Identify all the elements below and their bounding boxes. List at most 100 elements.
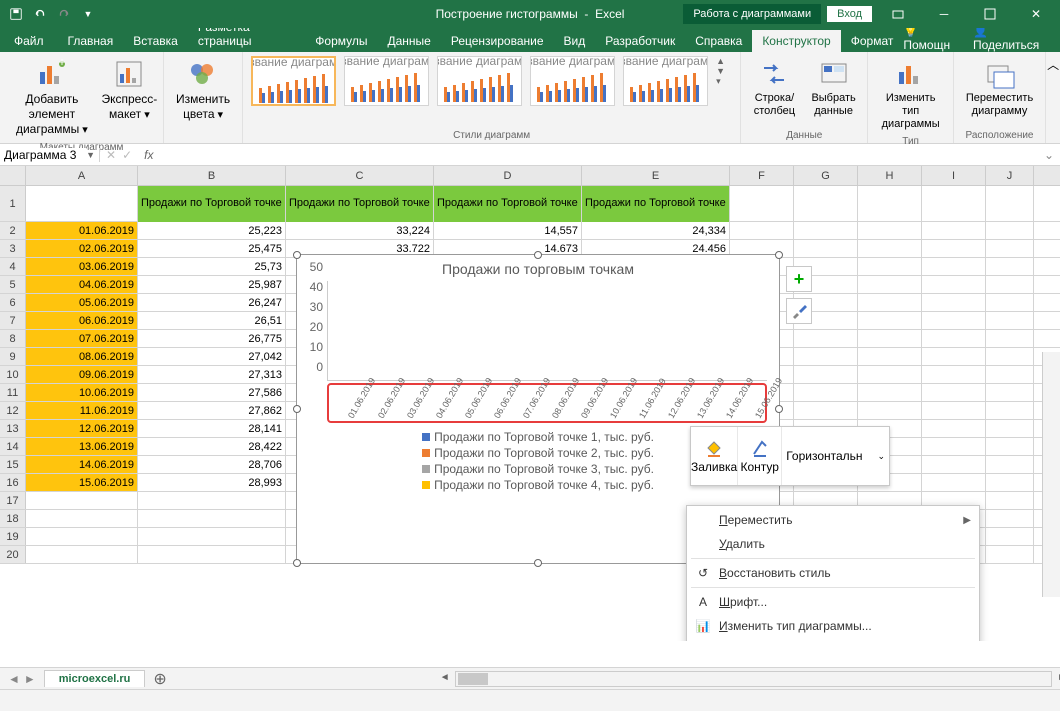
tab-формат[interactable]: Формат (841, 30, 904, 52)
header-cell[interactable]: Продажи по Торговой точке 4, тыс. руб. (582, 186, 730, 222)
data-cell[interactable]: 26,775 (138, 330, 286, 347)
minimize-button[interactable]: ─ (924, 0, 964, 28)
tab-prev-icon[interactable]: ◄ (8, 672, 20, 686)
row-header[interactable]: 13 (0, 420, 26, 437)
row-header[interactable]: 9 (0, 348, 26, 365)
sheet-tab-active[interactable]: microexcel.ru (44, 670, 146, 687)
context-menu-item[interactable]: 📊Изменить тип диаграммы... (687, 614, 979, 638)
name-box[interactable]: ▼ (0, 148, 100, 162)
row-header[interactable]: 17 (0, 492, 26, 509)
collapse-ribbon-icon[interactable]: ︿ (1046, 52, 1060, 143)
date-cell[interactable]: 01.06.2019 (26, 222, 138, 239)
tab-данные[interactable]: Данные (378, 30, 441, 52)
date-cell[interactable]: 09.06.2019 (26, 366, 138, 383)
column-header[interactable]: J (986, 166, 1034, 185)
tab-справка[interactable]: Справка (685, 30, 752, 52)
data-cell[interactable]: 26,51 (138, 312, 286, 329)
date-cell[interactable]: 04.06.2019 (26, 276, 138, 293)
row-header[interactable]: 19 (0, 528, 26, 545)
chart-y-axis[interactable]: 01020304050 (303, 281, 323, 381)
date-cell[interactable]: 11.06.2019 (26, 402, 138, 419)
style-gallery-more[interactable]: ▲▼▾ (716, 56, 732, 87)
data-cell[interactable]: 25,223 (138, 222, 286, 239)
login-button[interactable]: Вход (827, 6, 872, 22)
tab-главная[interactable]: Главная (58, 30, 124, 52)
row-header[interactable]: 14 (0, 438, 26, 455)
header-cell[interactable] (26, 186, 138, 222)
column-header[interactable]: F (730, 166, 794, 185)
tab-вставка[interactable]: Вставка (123, 30, 188, 52)
date-cell[interactable]: 05.06.2019 (26, 294, 138, 311)
chart-handle[interactable] (534, 559, 542, 567)
save-icon[interactable] (6, 4, 26, 24)
row-header[interactable]: 2 (0, 222, 26, 239)
date-cell[interactable]: 15.06.2019 (26, 474, 138, 491)
change-colors-button[interactable]: Изменить цвета ▾ (172, 56, 234, 124)
ribbon-options-icon[interactable] (878, 0, 918, 28)
outline-button[interactable]: Контур (738, 427, 782, 485)
data-cell[interactable]: 25,987 (138, 276, 286, 293)
data-cell[interactable]: 27,042 (138, 348, 286, 365)
data-cell[interactable]: 28,141 (138, 420, 286, 437)
data-cell[interactable]: 28,993 (138, 474, 286, 491)
redo-icon[interactable] (54, 4, 74, 24)
chart-handle[interactable] (534, 251, 542, 259)
row-header[interactable]: 12 (0, 402, 26, 419)
context-menu-item[interactable]: Переместить▶ (687, 508, 979, 532)
expand-formula-icon[interactable]: ⌄ (1038, 148, 1060, 162)
quick-layout-button[interactable]: Экспресс-макет ▾ (104, 56, 155, 124)
chart-plus-button[interactable]: + (786, 266, 812, 292)
row-header[interactable]: 20 (0, 546, 26, 563)
column-header[interactable]: B (138, 166, 286, 185)
data-cell[interactable]: 27,586 (138, 384, 286, 401)
row-header[interactable]: 4 (0, 258, 26, 275)
axis-type-combo[interactable]: Горизонтальн⌄ (782, 427, 889, 485)
chart-handle[interactable] (293, 559, 301, 567)
row-header[interactable]: 3 (0, 240, 26, 257)
chart-handle[interactable] (293, 405, 301, 413)
tab-вид[interactable]: Вид (554, 30, 596, 52)
vertical-scrollbar[interactable] (1042, 352, 1060, 597)
enter-formula-icon[interactable]: ✓ (122, 148, 132, 162)
tab-рецензирование[interactable]: Рецензирование (441, 30, 554, 52)
chart-style-thumb[interactable]: название диаграммы (530, 56, 615, 106)
row-header[interactable]: 11 (0, 384, 26, 401)
chart-style-thumb[interactable]: название диаграммы (344, 56, 429, 106)
column-header[interactable]: D (434, 166, 582, 185)
date-cell[interactable]: 14.06.2019 (26, 456, 138, 473)
chart-brush-button[interactable] (786, 298, 812, 324)
column-header[interactable]: G (794, 166, 858, 185)
undo-icon[interactable] (30, 4, 50, 24)
date-cell[interactable]: 03.06.2019 (26, 258, 138, 275)
row-header[interactable]: 15 (0, 456, 26, 473)
close-button[interactable]: ✕ (1016, 0, 1056, 28)
tab-конструктор[interactable]: Конструктор (752, 30, 840, 52)
data-cell[interactable]: 24,334 (582, 222, 730, 239)
tab-next-icon[interactable]: ► (24, 672, 36, 686)
chart-x-axis-highlighted[interactable]: 01.06.201902.06.201903.06.201904.06.2019… (327, 383, 767, 423)
qat-dropdown-icon[interactable]: ▼ (78, 4, 98, 24)
tab-разработчик[interactable]: Разработчик (595, 30, 685, 52)
cancel-formula-icon[interactable]: ✕ (106, 148, 116, 162)
maximize-button[interactable] (970, 0, 1010, 28)
tab-файл[interactable]: Файл (0, 30, 58, 52)
header-cell[interactable]: Продажи по Торговой точке 1, тыс. руб. (138, 186, 286, 222)
column-header[interactable]: C (286, 166, 434, 185)
column-header[interactable]: I (922, 166, 986, 185)
tab-формулы[interactable]: Формулы (305, 30, 377, 52)
data-cell[interactable]: 27,862 (138, 402, 286, 419)
share-button[interactable]: 👤 Поделиться (973, 24, 1048, 52)
data-cell[interactable]: 28,422 (138, 438, 286, 455)
chart-handle[interactable] (775, 251, 783, 259)
move-chart-button[interactable]: Переместить диаграмму (962, 56, 1037, 120)
context-menu-item[interactable]: ↺Восстановить стиль (687, 561, 979, 585)
fx-icon[interactable]: fx (138, 148, 159, 162)
date-cell[interactable]: 12.06.2019 (26, 420, 138, 437)
chart-handle[interactable] (775, 405, 783, 413)
header-cell[interactable]: Продажи по Торговой точке 2, тыс. руб. (286, 186, 434, 222)
date-cell[interactable]: 02.06.2019 (26, 240, 138, 257)
data-cell[interactable]: 25,73 (138, 258, 286, 275)
row-header[interactable]: 6 (0, 294, 26, 311)
header-cell[interactable]: Продажи по Торговой точке 3, тыс. руб. (434, 186, 582, 222)
date-cell[interactable]: 07.06.2019 (26, 330, 138, 347)
